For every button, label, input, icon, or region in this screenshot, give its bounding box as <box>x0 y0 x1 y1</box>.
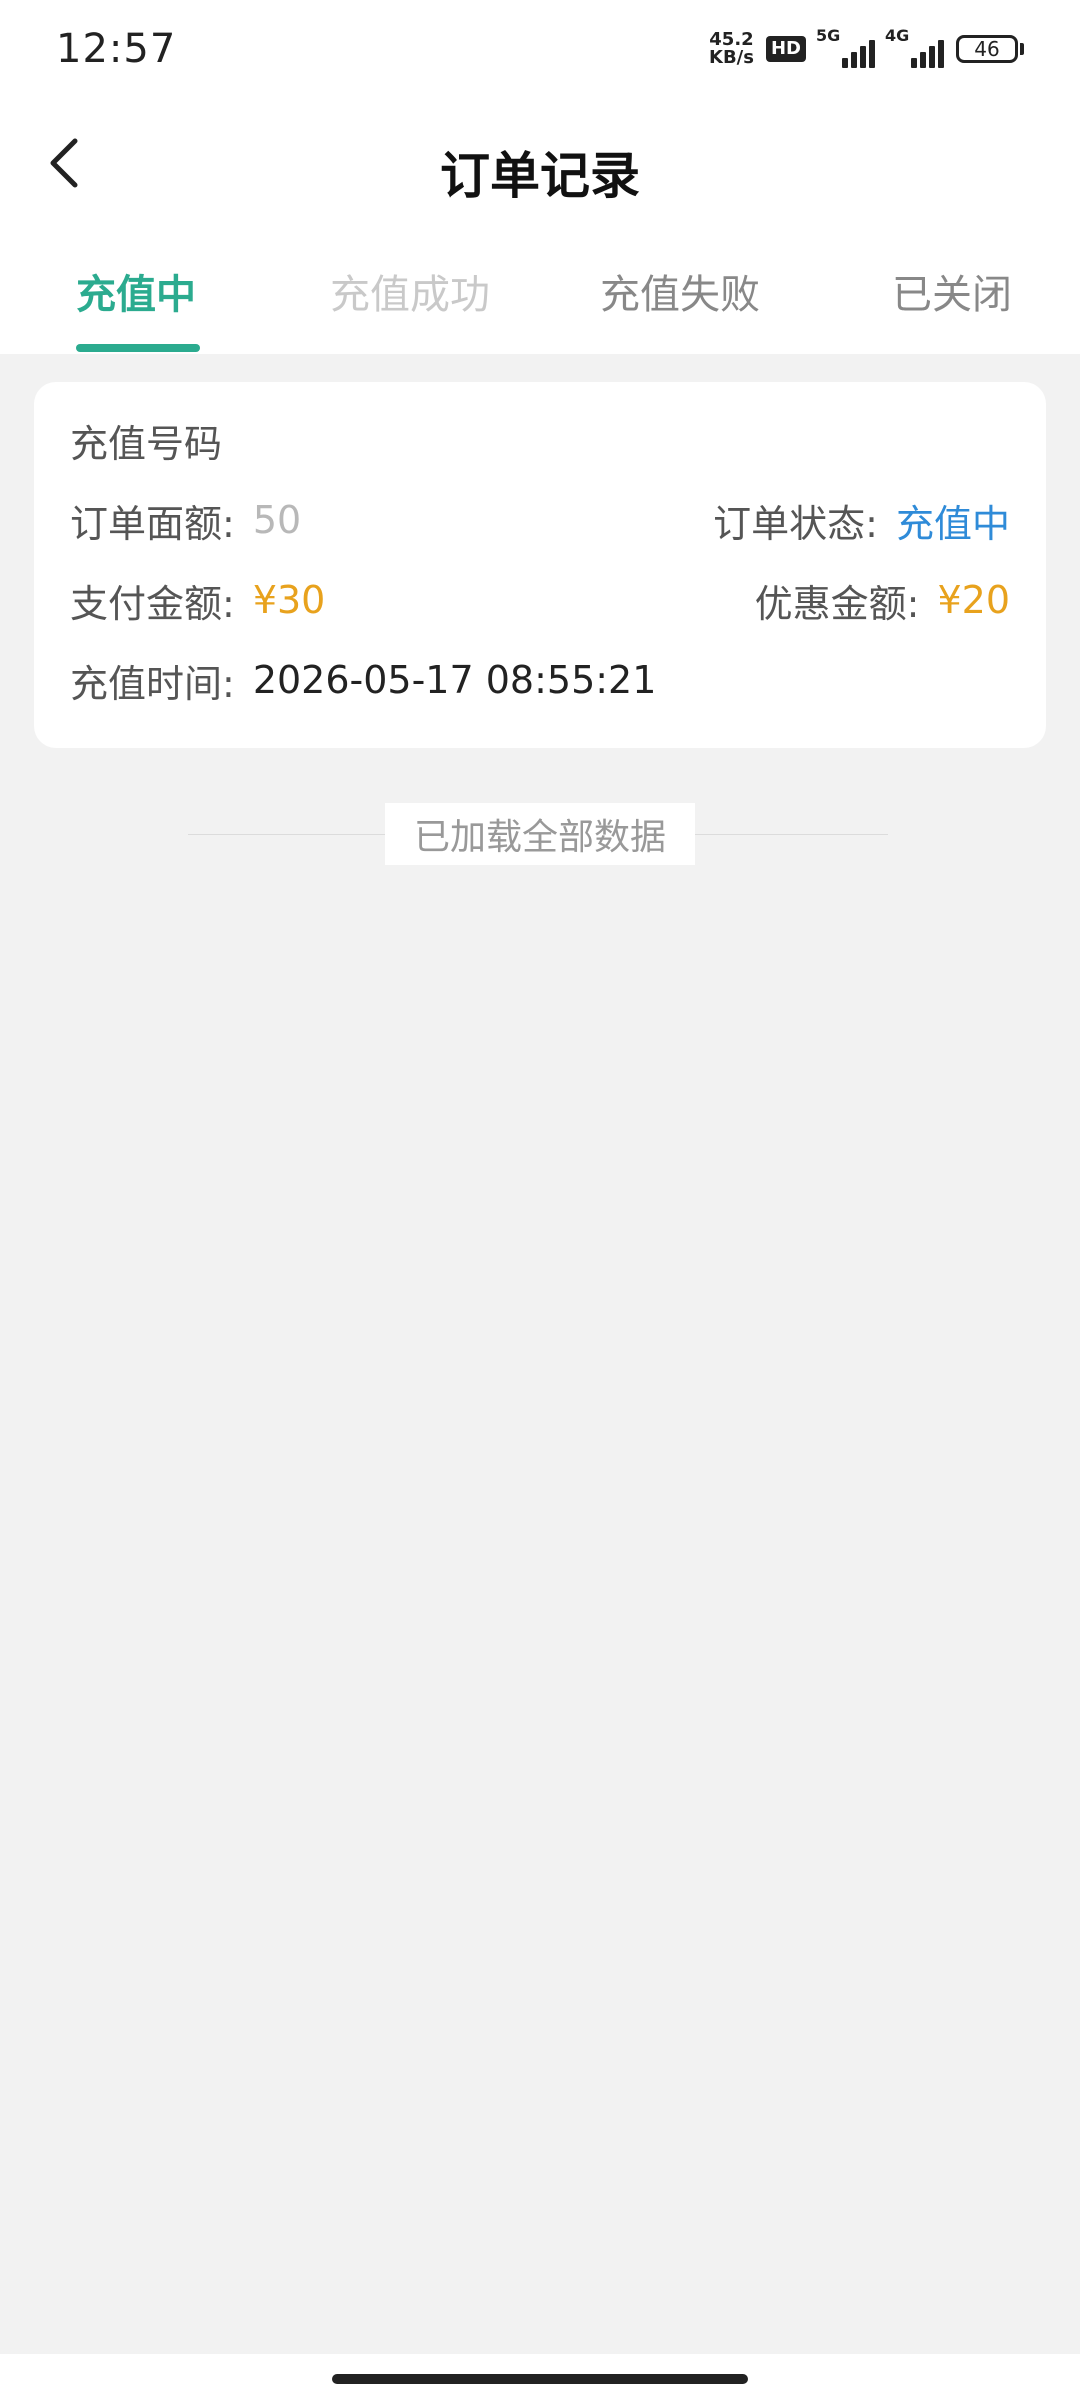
payment-row: 支付金额: ¥30 优惠金额: ¥20 <box>70 572 1010 628</box>
active-tab-indicator <box>76 344 200 352</box>
discount-amount-label: 优惠金额: <box>754 581 920 626</box>
signal-4g-label: 4G <box>885 26 910 45</box>
hd-icon: HD <box>765 36 806 62</box>
page-title: 订单记录 <box>440 147 640 205</box>
order-status-value: 充值中 <box>895 501 1010 546</box>
face-value-label: 订单面额: <box>70 501 235 546</box>
recharge-time-label: 充值时间: <box>70 661 235 706</box>
network-speed: 45.2 KB/s <box>709 31 754 67</box>
recharge-number-row: 充值号码 <box>70 412 1010 468</box>
battery-icon: 46 <box>956 35 1024 63</box>
tab-recharge-success[interactable]: 充值成功 <box>330 262 490 320</box>
status-bar: 12:57 45.2 KB/s HD 5G 4G 46 <box>0 0 1080 100</box>
order-status-tabs: 充值中 充值成功 充值失败 已关闭 <box>0 232 1080 354</box>
order-status-label: 订单状态: <box>713 501 878 546</box>
recharge-number-label: 充值号码 <box>70 421 223 466</box>
discount-amount: ¥20 <box>937 578 1010 622</box>
tab-recharge-failed[interactable]: 充值失败 <box>600 262 760 320</box>
paid-amount: ¥30 <box>252 578 326 622</box>
signal-4g-icon: 4G <box>885 26 944 68</box>
gesture-bar <box>0 2354 1080 2400</box>
end-of-list: 已加载全部数据 <box>188 803 888 865</box>
recharge-time: 2026-05-17 08:55:21 <box>252 658 657 702</box>
end-of-list-text: 已加载全部数据 <box>385 803 695 865</box>
signal-5g-label: 5G <box>816 26 841 45</box>
paid-amount-label: 支付金额: <box>70 581 235 626</box>
network-speed-unit: KB/s <box>709 47 754 68</box>
status-icons: 45.2 KB/s HD 5G 4G 46 <box>709 26 1024 68</box>
tab-closed[interactable]: 已关闭 <box>892 262 1012 320</box>
order-card[interactable]: 充值号码 订单面额: 50 订单状态: 充值中 支付金额: ¥30 优惠金额: … <box>34 382 1046 748</box>
status-time: 12:57 <box>56 26 177 72</box>
face-value-row: 订单面额: 50 订单状态: 充值中 <box>70 492 1010 548</box>
home-indicator[interactable] <box>332 2374 748 2384</box>
signal-5g-icon: 5G <box>816 26 875 68</box>
face-value: 50 <box>252 498 302 542</box>
recharge-time-row: 充值时间: 2026-05-17 08:55:21 <box>70 652 1010 708</box>
battery-level: 46 <box>974 37 1000 61</box>
tab-recharging[interactable]: 充值中 <box>76 262 196 320</box>
app-header: 订单记录 <box>0 100 1080 232</box>
